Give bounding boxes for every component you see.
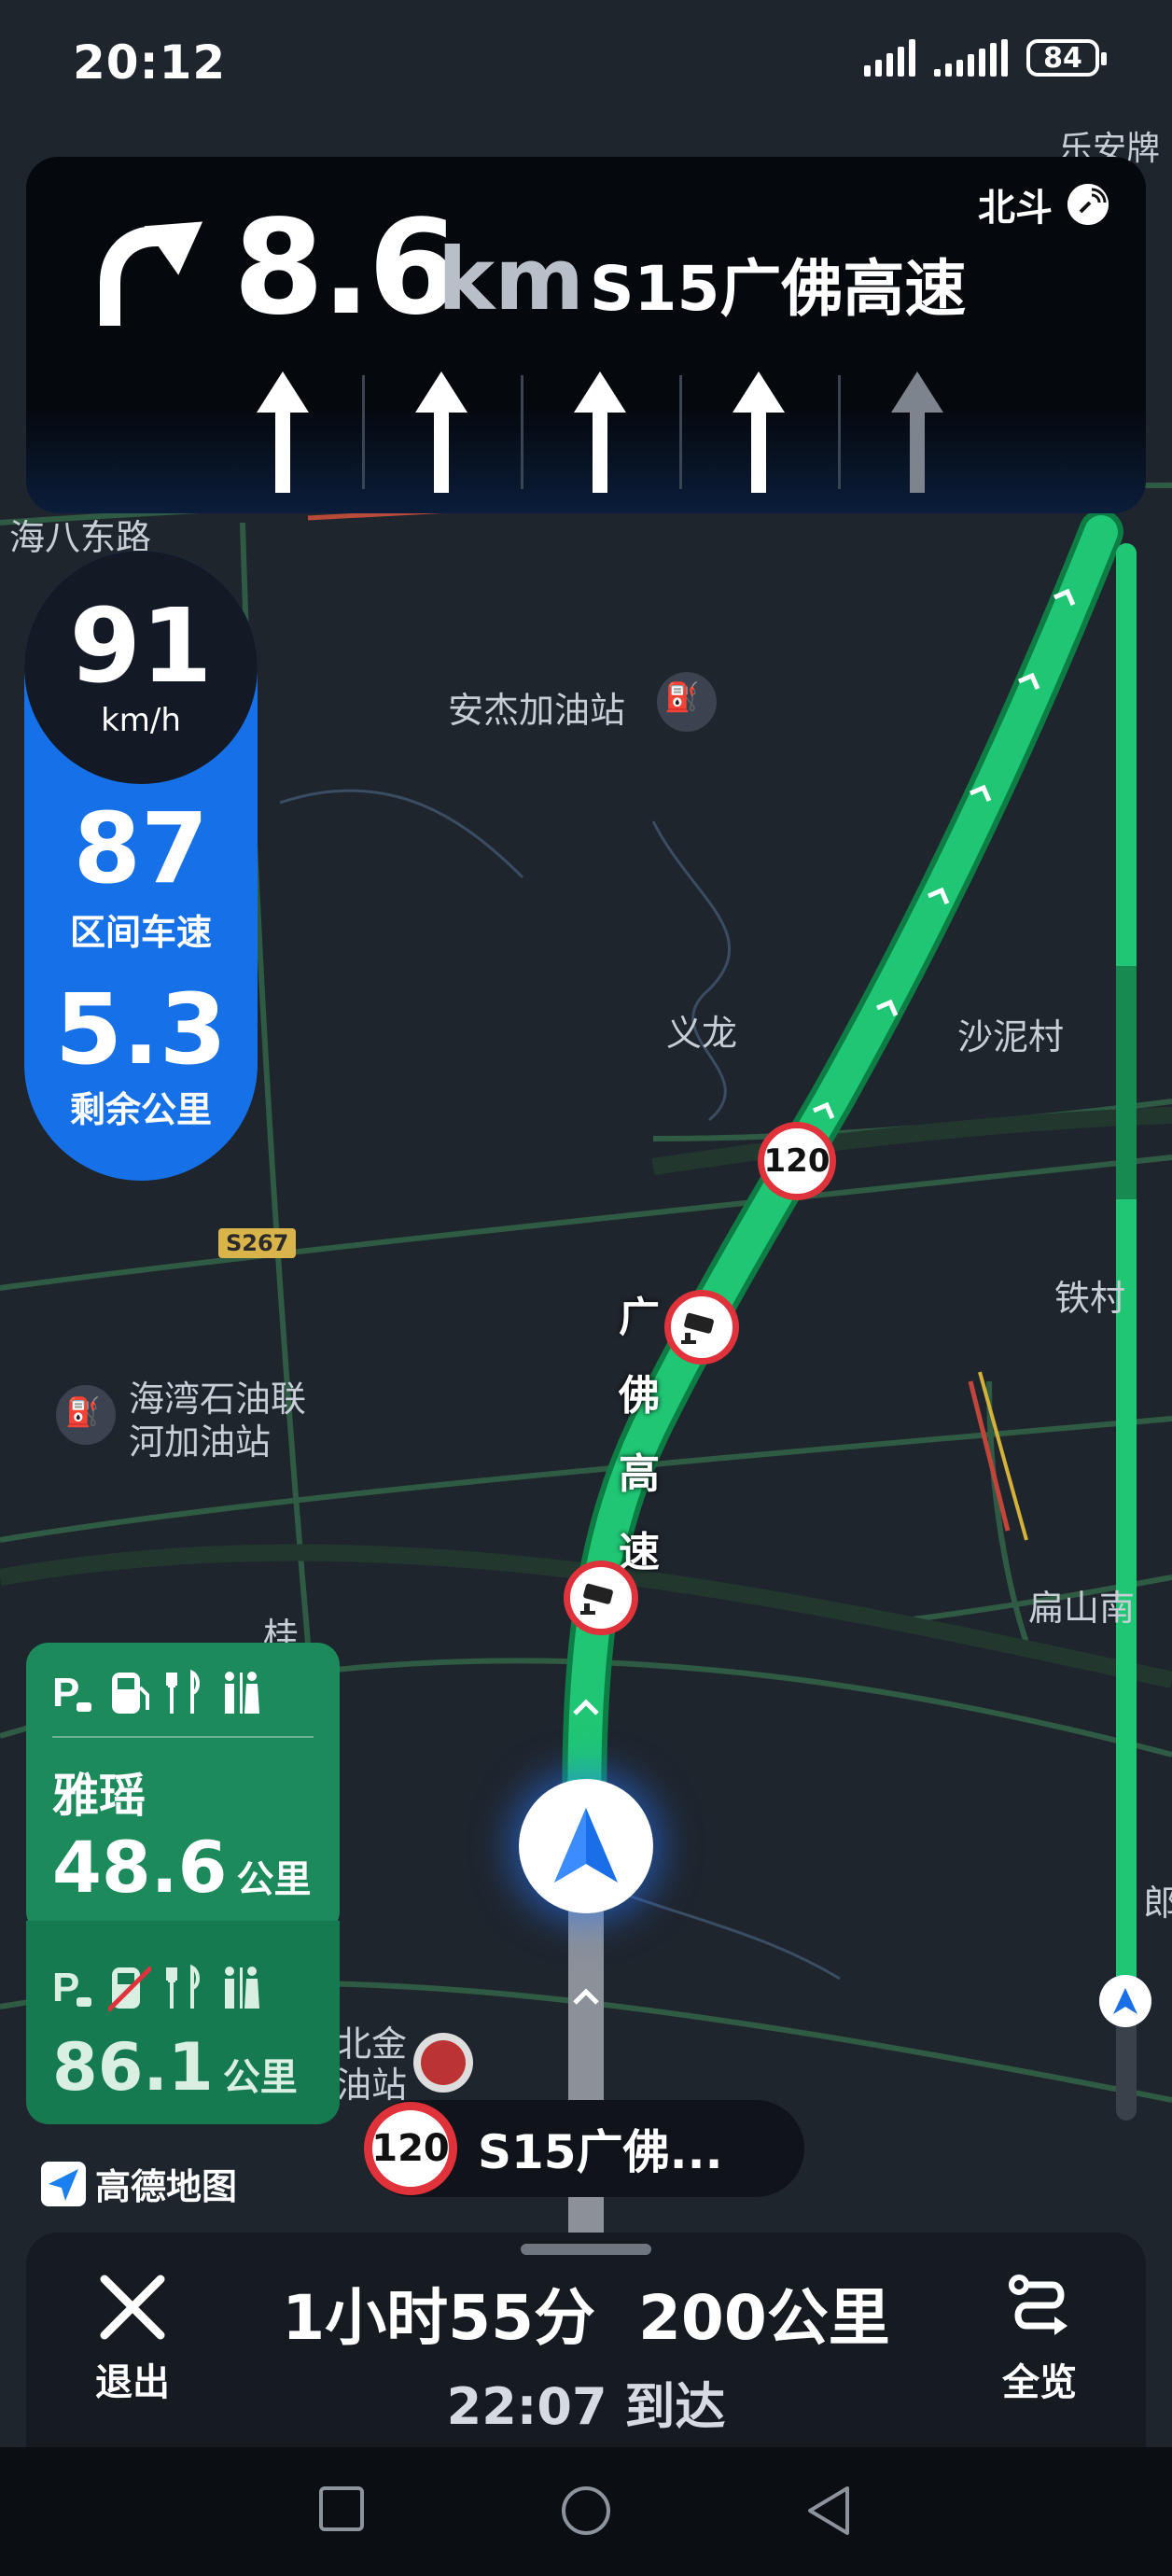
exit-button[interactable]: 退出 (77, 2270, 188, 2406)
service-area-name: 雅瑶 (52, 1769, 146, 1823)
route-shield: S267 (218, 1228, 297, 1258)
drag-handle[interactable] (521, 2244, 651, 2255)
current-road-name: S15广佛... (478, 2125, 723, 2179)
service-area-distance: 48.6 公里 (52, 1826, 312, 1909)
service-facilities: P (52, 1964, 263, 2012)
satellite-icon (1067, 184, 1109, 225)
expressway-label: 广佛高速 (619, 1294, 660, 1576)
fuel-unavailable-icon (108, 1966, 151, 2012)
map-label-gas-station: 安杰加油站 (448, 690, 626, 731)
lane-straight-dim-icon (838, 362, 997, 502)
close-icon (100, 2275, 165, 2340)
remaining-distance: 5.3 (54, 973, 228, 1086)
back-icon[interactable] (804, 2485, 853, 2537)
recent-apps-icon[interactable] (317, 2485, 366, 2533)
turn-right-icon (100, 221, 203, 326)
service-area-distance: 86.1 公里 (52, 2029, 298, 2106)
service-facilities: P (52, 1669, 263, 1717)
divider (52, 1736, 314, 1738)
svg-text:P: P (52, 1670, 79, 1715)
fuel-icon (112, 1673, 149, 1714)
beidou-label: 北斗 (978, 187, 1053, 230)
map-label-village: 铁村 (1054, 1278, 1126, 1319)
lane-straight-icon (521, 362, 679, 502)
restroom-icon (225, 1967, 259, 2009)
distance-value: 48.6 (52, 1826, 228, 1909)
gas-label-line1: 北金 (336, 2023, 408, 2065)
speed-camera-icon (564, 1561, 638, 1635)
svg-text:P: P (52, 1965, 79, 2010)
gas-station-icon: ⛽ (65, 1396, 101, 1429)
status-icons: 84 (864, 39, 1107, 77)
parking-icon: P (52, 1670, 91, 1715)
home-icon[interactable] (560, 2485, 612, 2537)
distance-unit: 公里 (236, 1858, 312, 1901)
beidou-indicator: 北斗 (978, 177, 1109, 231)
lane-straight-icon (679, 362, 838, 502)
current-speed: 91 (69, 586, 213, 706)
gas-station-icon: ⛽ (664, 681, 700, 714)
system-nav-bar (0, 2447, 1172, 2576)
gas-label-line1: 海湾石油联 (129, 1379, 307, 1420)
vehicle-position-icon (519, 1779, 653, 1913)
exit-label: 退出 (95, 2361, 170, 2404)
map-label-village: 义龙 (666, 1013, 738, 1054)
amap-logo-text: 高德地图 (95, 2166, 238, 2207)
overview-label: 全览 (1002, 2361, 1077, 2404)
status-time: 20:12 (73, 35, 227, 90)
speed-camera-icon (664, 1290, 739, 1365)
speed-limit-sign: 120 (758, 1122, 836, 1200)
service-area-card[interactable]: P 雅瑶 48.6 公里 (26, 1643, 340, 1934)
turn-distance: 8.6 (233, 192, 459, 344)
service-area-card[interactable]: P 86.1 公里 (26, 1921, 340, 2124)
map-label-village: 沙泥村 (957, 1016, 1065, 1057)
distance-unit: km (438, 230, 585, 329)
overview-button[interactable]: 全览 (984, 2270, 1095, 2406)
restaurant-icon (166, 1669, 200, 1714)
lane-guidance (203, 362, 997, 502)
restroom-icon (225, 1672, 259, 1714)
restaurant-icon (166, 1964, 200, 2009)
amap-logo: 高德地图 (41, 2158, 237, 2209)
trip-time-distance: 1小时55分 200公里 (282, 2282, 890, 2354)
map-label-place: 郎 (1143, 1883, 1172, 1924)
parking-icon: P (52, 1965, 91, 2010)
signal-icon (934, 39, 1008, 77)
battery-icon: 84 (1026, 39, 1107, 77)
gas-label-line2: 油站 (336, 2065, 408, 2106)
map-label-gas-station: 北金 油站 (336, 2023, 407, 2106)
remaining-distance-label: 剩余公里 (69, 1089, 212, 1130)
route-overview-icon (1009, 2275, 1067, 2335)
gas-label-line2: 河加油站 (129, 1421, 272, 1463)
arrival-time: 22:07 到达 (446, 2377, 726, 2436)
progress-position-icon (1099, 1975, 1151, 2027)
amap-logo-icon (41, 2161, 86, 2206)
map-label-village: 扁山南 (1028, 1588, 1136, 1629)
current-road-badge: 120 S15广佛... (364, 2100, 804, 2197)
speed-limit-sign: 120 (364, 2102, 457, 2195)
trip-summary: 1小时55分 200公里 22:07 到达 (271, 2268, 901, 2439)
average-speed: 87 (73, 791, 209, 905)
distance-value: 86.1 (52, 2029, 214, 2106)
turn-guidance-card[interactable]: 8.6 km S15广佛高速 北斗 (26, 157, 1146, 513)
average-speed-label: 区间车速 (69, 912, 212, 953)
map-label-gas-station: 海湾石油联 河加油站 (129, 1378, 306, 1463)
lane-straight-icon (203, 362, 362, 502)
next-road-name: S15广佛高速 (590, 253, 967, 325)
signal-icon (864, 39, 915, 77)
distance-unit: 公里 (222, 2056, 298, 2099)
lane-straight-icon (362, 362, 521, 502)
speed-unit: km/h (101, 702, 181, 739)
